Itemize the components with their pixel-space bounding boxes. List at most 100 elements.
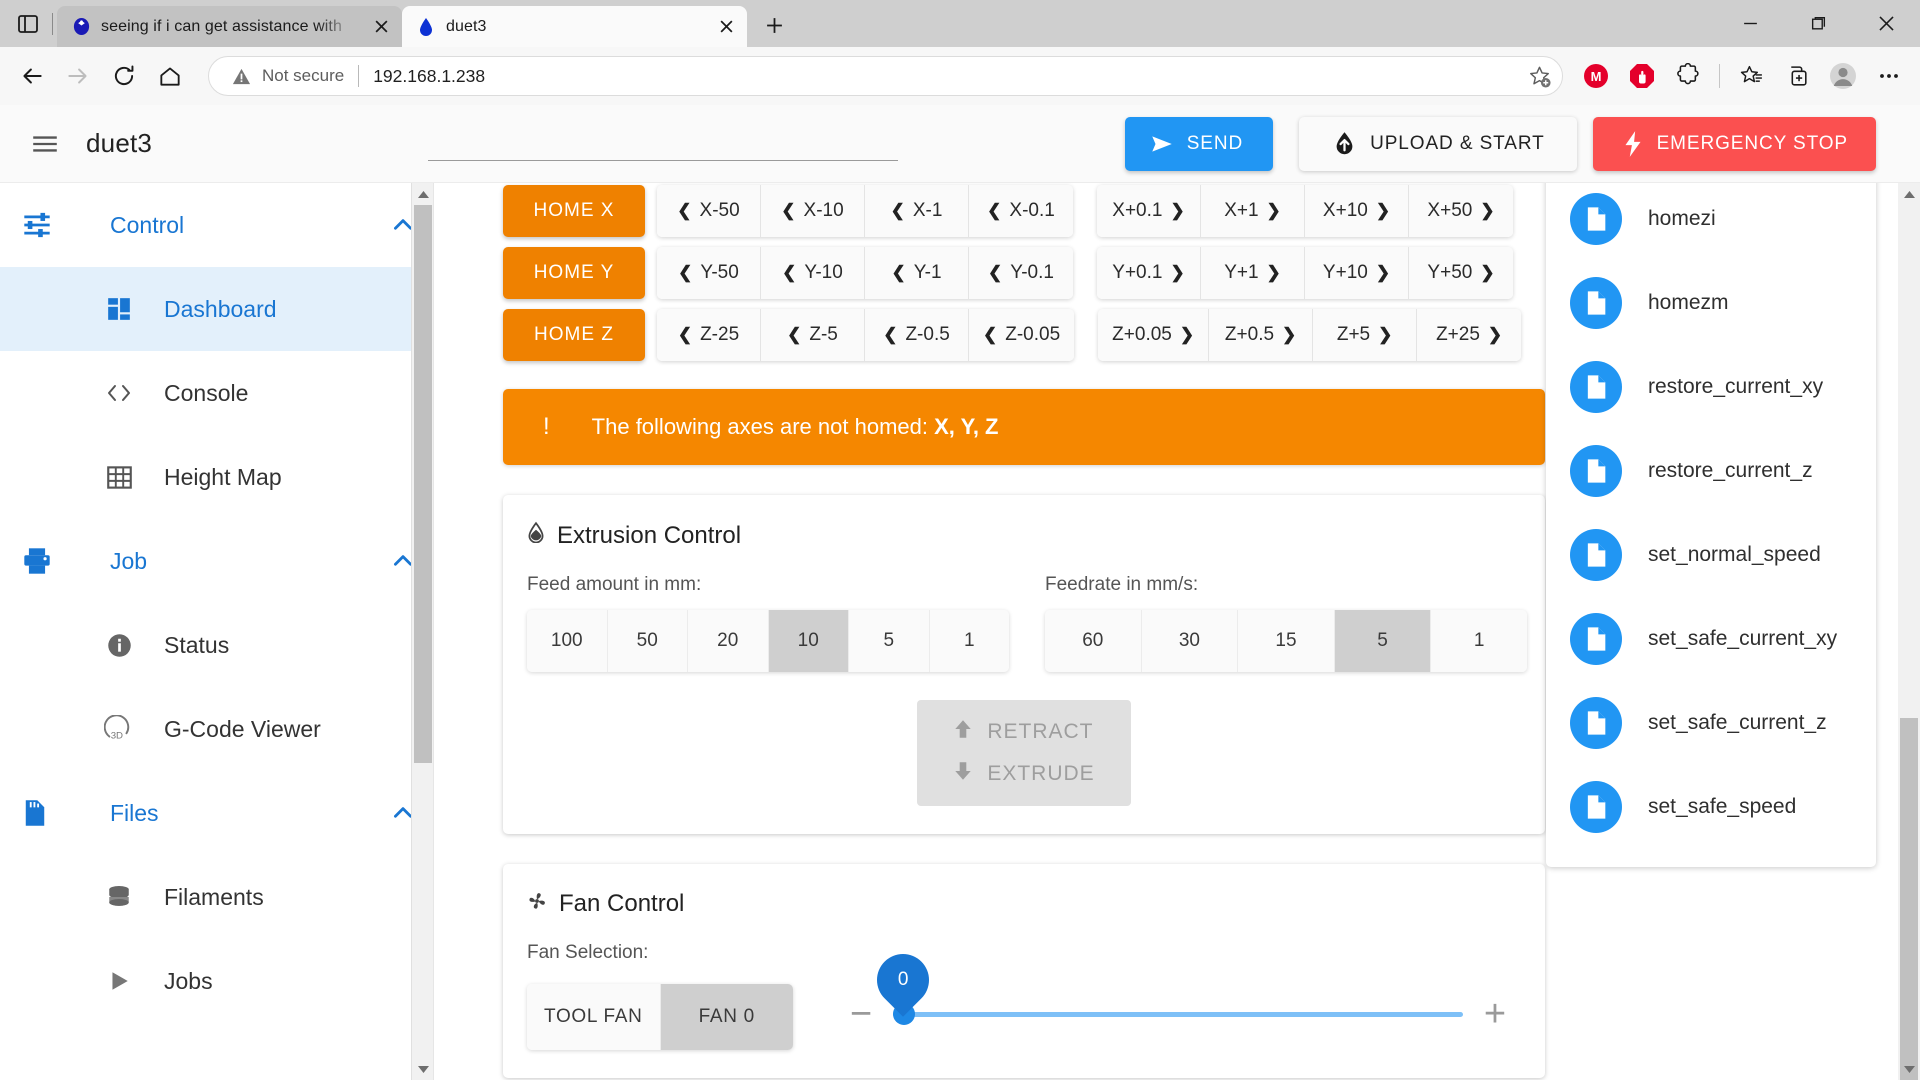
hamburger-menu-icon[interactable]	[22, 121, 68, 167]
scroll-down-arrow-icon[interactable]	[1898, 1058, 1920, 1080]
security-indicator[interactable]: Not secure	[231, 66, 344, 87]
sidebar-item-jobs[interactable]: Jobs	[0, 939, 433, 1023]
feedrate-option[interactable]: 30	[1141, 610, 1239, 672]
macro-list-item[interactable]: set_normal_speed	[1546, 513, 1876, 597]
jog-button[interactable]: ❮ Y-10	[761, 247, 865, 299]
macro-list-item[interactable]: set_safe_current_xy	[1546, 597, 1876, 681]
macro-list-item[interactable]: set_safe_current_z	[1546, 681, 1876, 765]
jog-button[interactable]: ❮ X-1	[865, 185, 969, 237]
sidebar-group-files[interactable]: Files	[0, 771, 433, 855]
adblock-extension-icon[interactable]	[1621, 55, 1663, 97]
jog-button[interactable]: ❮ X-0.1	[969, 185, 1073, 237]
sidebar-group-job[interactable]: Job	[0, 519, 433, 603]
scroll-up-arrow-icon[interactable]	[1898, 183, 1920, 205]
jog-button[interactable]: Y+10 ❯	[1305, 247, 1409, 299]
retract-button[interactable]: RETRACT	[953, 718, 1094, 746]
emergency-stop-button[interactable]: EMERGENCY STOP	[1592, 116, 1876, 171]
jog-button[interactable]: ❮ X-10	[761, 185, 865, 237]
jog-button[interactable]: Y+1 ❯	[1201, 247, 1305, 299]
file-icon	[1570, 193, 1622, 245]
sidebar-item-dashboard[interactable]: Dashboard	[0, 267, 433, 351]
close-icon[interactable]	[713, 14, 739, 40]
jog-button[interactable]: ❮ Z-5	[761, 309, 865, 361]
scroll-down-arrow-icon[interactable]	[412, 1058, 433, 1080]
jog-button[interactable]: X+50 ❯	[1409, 185, 1513, 237]
sidebar-scrollbar[interactable]	[411, 183, 433, 1080]
upload-and-start-button[interactable]: UPLOAD & START	[1299, 116, 1577, 171]
jog-button[interactable]: ❮ Z-25	[657, 309, 761, 361]
sidebar-item-height-map[interactable]: Height Map	[0, 435, 433, 519]
slider-track[interactable]	[893, 1011, 1463, 1017]
extrude-button[interactable]: EXTRUDE	[953, 760, 1094, 788]
close-icon[interactable]	[1852, 0, 1920, 47]
send-button[interactable]: SEND	[1124, 116, 1274, 171]
add-favorite-icon[interactable]	[1520, 57, 1558, 95]
fan-speed-slider[interactable]: 0	[866, 943, 1463, 1040]
feedrate-option[interactable]: 1	[1431, 610, 1527, 672]
feed-amount-option[interactable]: 20	[688, 610, 769, 672]
jog-button[interactable]: Z+5 ❯	[1313, 309, 1418, 361]
main-scroll-thumb[interactable]	[1900, 718, 1918, 1080]
jog-button[interactable]: ❮ Y-0.1	[969, 247, 1073, 299]
extensions-puzzle-icon[interactable]	[1667, 55, 1709, 97]
sidebar-item-console[interactable]: Console	[0, 351, 433, 435]
fan-option-fan-0-selected[interactable]: FAN 0	[660, 984, 793, 1050]
tab-actions-icon[interactable]	[6, 4, 50, 44]
address-bar[interactable]: Not secure 192.168.1.238	[208, 56, 1563, 96]
sidebar-item-filaments[interactable]: Filaments	[0, 855, 433, 939]
feedrate-option[interactable]: 60	[1045, 610, 1142, 672]
jog-button[interactable]: Z+0.5 ❯	[1209, 309, 1314, 361]
feed-amount-option[interactable]: 50	[607, 610, 688, 672]
macro-list-item[interactable]: restore_current_z	[1546, 429, 1876, 513]
jog-button[interactable]: Z+25 ❯	[1417, 309, 1522, 361]
favorites-star-icon[interactable]	[1730, 55, 1772, 97]
jog-button[interactable]: ❮ Y-50	[657, 247, 761, 299]
reload-icon[interactable]	[102, 54, 146, 98]
new-tab-button[interactable]	[755, 6, 793, 44]
jog-button[interactable]: ❮ X-50	[657, 185, 761, 237]
feed-amount-option[interactable]: 5	[849, 610, 930, 672]
close-icon[interactable]	[368, 14, 394, 40]
sidebar-scroll-thumb[interactable]	[414, 205, 432, 763]
fan-option-tool-fan[interactable]: TOOL FAN	[527, 984, 661, 1050]
jog-button[interactable]: Y+50 ❯	[1409, 247, 1513, 299]
jog-button[interactable]: X+10 ❯	[1305, 185, 1409, 237]
sidebar-group-control[interactable]: Control	[0, 183, 433, 267]
macro-list-item[interactable]: restore_current_xy	[1546, 345, 1876, 429]
feed-amount-option[interactable]: 100	[527, 610, 608, 672]
jog-button[interactable]: ❮ Z-0.05	[969, 309, 1075, 361]
jog-button[interactable]: X+0.1 ❯	[1097, 185, 1201, 237]
main-scrollbar[interactable]	[1898, 183, 1920, 1080]
home-icon[interactable]	[148, 54, 192, 98]
jog-button[interactable]: Z+0.05 ❯	[1098, 309, 1210, 361]
browser-settings-icon[interactable]	[1868, 55, 1910, 97]
url-text[interactable]: 192.168.1.238	[373, 66, 1520, 87]
home-z-button[interactable]: HOME Z	[503, 309, 645, 361]
sidebar-item-status[interactable]: Status	[0, 603, 433, 687]
feedrate-option-selected[interactable]: 5	[1334, 610, 1432, 672]
jog-button[interactable]: ❮ Y-1	[865, 247, 969, 299]
collections-icon[interactable]	[1776, 55, 1818, 97]
plus-icon[interactable]: +	[1469, 988, 1521, 1040]
feed-amount-option[interactable]: 1	[929, 610, 1009, 672]
mega-extension-icon[interactable]: M	[1575, 55, 1617, 97]
sidebar-item-gcode-viewer[interactable]: 3D G-Code Viewer	[0, 687, 433, 771]
browser-tab-1[interactable]: seeing if i can get assistance with	[57, 6, 402, 47]
macro-list-item[interactable]: homezm	[1546, 261, 1876, 345]
jog-button[interactable]: Y+0.1 ❯	[1097, 247, 1201, 299]
macro-list-item[interactable]: set_safe_speed	[1546, 765, 1876, 849]
jog-button[interactable]: X+1 ❯	[1201, 185, 1305, 237]
maximize-icon[interactable]	[1784, 0, 1852, 47]
jog-button[interactable]: ❮ Z-0.5	[865, 309, 969, 361]
macro-list-item[interactable]: homezi	[1546, 183, 1876, 261]
back-arrow-icon[interactable]	[10, 54, 54, 98]
feed-amount-option-selected[interactable]: 10	[768, 610, 849, 672]
scroll-up-arrow-icon[interactable]	[412, 183, 433, 205]
home-y-button[interactable]: HOME Y	[503, 247, 645, 299]
profile-avatar-icon[interactable]	[1822, 55, 1864, 97]
gcode-input[interactable]	[428, 126, 899, 161]
minimize-icon[interactable]	[1716, 0, 1784, 47]
home-x-button[interactable]: HOME X	[503, 185, 645, 237]
browser-tab-2[interactable]: duet3	[402, 6, 747, 47]
feedrate-option[interactable]: 15	[1238, 610, 1335, 672]
